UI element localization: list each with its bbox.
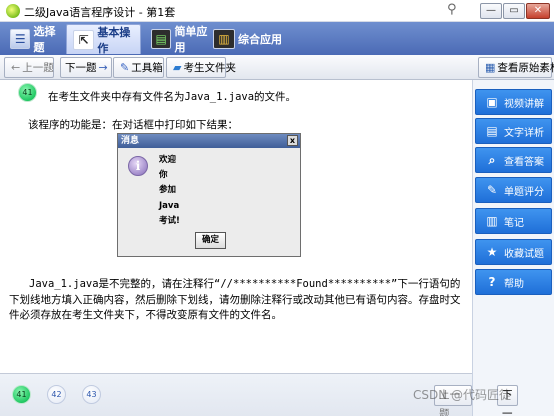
arrow-right-icon: → — [98, 61, 108, 74]
dialog-line: 考试! — [159, 215, 180, 226]
dialog-line: Java — [159, 200, 180, 211]
dialog-ok-button: 确定 — [195, 232, 226, 249]
dialog-line: 你 — [159, 170, 168, 181]
arrow-left-icon: ← — [11, 61, 21, 74]
side-label: 文字详析 — [504, 127, 544, 139]
title-bar: 二级Java语言程序设计 - 第1套 ⚲ — ▭ ✕ — [0, 0, 554, 22]
tab-label: 综合应用 — [238, 33, 282, 46]
search-icon: ⌕ — [488, 152, 496, 167]
combo-app-icon: ▥ — [213, 29, 235, 49]
question-intro: 在考生文件夹中存有文件名为Java_1.java的文件。 — [48, 91, 297, 103]
select-icon: ☰ — [10, 29, 31, 49]
star-icon: ★ — [486, 245, 498, 259]
side-label: 单题评分 — [504, 186, 544, 198]
tab-label: 选择题 — [33, 25, 56, 54]
text-analysis-button[interactable]: ▤ 文字详析 — [475, 118, 552, 144]
side-label: 帮助 — [504, 278, 524, 290]
pin-icon[interactable]: ⚲ — [447, 2, 457, 17]
window-title: 二级Java语言程序设计 - 第1套 — [24, 6, 176, 19]
single-score-button[interactable]: ✎ 单题评分 — [475, 177, 552, 203]
next-question-button[interactable]: 下一题 → — [60, 57, 112, 78]
tab-combo-app[interactable]: ▥ 综合应用 — [207, 24, 287, 54]
prev-label: 上一题 — [22, 62, 54, 74]
toolbar: ← 上一题 下一题 → ✎ 工具箱 ▰ 考生文件夹 ▦ 查看原始素材 — [0, 55, 554, 80]
simple-app-icon: ▤ — [151, 29, 172, 49]
tab-basic-operation[interactable]: ⇱ 基本操作 — [66, 24, 141, 55]
view-answer-button[interactable]: ⌕ 查看答案 — [475, 147, 552, 173]
question-instructions: Java_1.java是不完整的，请在注释行“//**********Found… — [9, 278, 461, 321]
student-folder-button[interactable]: ▰ 考生文件夹 — [166, 57, 236, 78]
document-icon: ▦ — [485, 61, 496, 74]
side-label: 视频讲解 — [504, 98, 544, 110]
next-label: 下一题 — [65, 62, 97, 74]
question-navigator: 41 42 43 上一题 下一题 — [0, 373, 518, 416]
text-analysis-icon: ▤ — [486, 124, 498, 138]
folder-icon: ▰ — [173, 61, 182, 74]
tab-label: 基本操作 — [97, 25, 131, 55]
dialog-message: 欢迎 你 参加 Java 考试! — [159, 153, 180, 229]
dialog-line: 欢迎 — [159, 155, 177, 165]
question-number-41[interactable]: 41 — [12, 385, 31, 404]
info-icon: i — [128, 156, 148, 176]
question-type-tabs: ☰ 选择题 ⇱ 基本操作 ▤ 简单应用 ▥ 综合应用 — [0, 22, 554, 55]
question-number-badge: 41 — [18, 83, 37, 102]
favorite-button[interactable]: ★ 收藏试题 — [475, 239, 552, 265]
score-icon: ✎ — [486, 183, 498, 197]
dialog-title-bar: 消息 x — [118, 134, 300, 148]
video-icon: ▣ — [486, 95, 498, 109]
notes-button[interactable]: ▥ 笔记 — [475, 208, 552, 234]
maximize-button[interactable]: ▭ — [503, 3, 525, 19]
basic-op-icon: ⇱ — [73, 29, 95, 50]
dialog-line: 参加 — [159, 185, 177, 196]
app-logo-icon — [6, 4, 20, 18]
view-source-button[interactable]: ▦ 查看原始素材 — [478, 57, 554, 78]
right-sidebar: ▣ 视频讲解 ▤ 文字详析 ⌕ 查看答案 ✎ 单题评分 ▥ 笔记 ★ 收藏试题 … — [472, 80, 554, 416]
toolbox-button[interactable]: ✎ 工具箱 — [113, 57, 164, 78]
example-message-dialog: 消息 x i 欢迎 你 参加 Java 考试! 确定 — [117, 133, 301, 257]
watermark: CSDN @代码匠徒 — [413, 388, 512, 402]
help-button[interactable]: ? 帮助 — [475, 269, 552, 295]
prev-question-button[interactable]: ← 上一题 — [4, 57, 54, 78]
minimize-button[interactable]: — — [480, 3, 502, 19]
side-label: 笔记 — [504, 217, 524, 229]
view-source-label: 查看原始素材 — [497, 62, 554, 74]
question-number-42[interactable]: 42 — [47, 385, 66, 404]
dialog-title: 消息 — [121, 136, 140, 146]
question-function-line: 该程序的功能是：在对话框中打印如下结果： — [28, 119, 238, 131]
dialog-close-icon: x — [287, 135, 298, 146]
video-explanation-button[interactable]: ▣ 视频讲解 — [475, 89, 552, 115]
toolbox-label: 工具箱 — [131, 62, 163, 74]
question-number-43[interactable]: 43 — [82, 385, 101, 404]
side-label: 查看答案 — [504, 156, 544, 168]
wrench-icon: ✎ — [120, 61, 130, 74]
note-icon: ▥ — [486, 214, 498, 228]
tab-simple-app[interactable]: ▤ 简单应用 — [145, 24, 215, 54]
side-label: 收藏试题 — [504, 248, 544, 260]
close-button[interactable]: ✕ — [526, 3, 550, 19]
tab-choice[interactable]: ☰ 选择题 — [4, 24, 64, 54]
help-icon: ? — [488, 275, 496, 289]
student-folder-label: 考生文件夹 — [183, 62, 236, 74]
